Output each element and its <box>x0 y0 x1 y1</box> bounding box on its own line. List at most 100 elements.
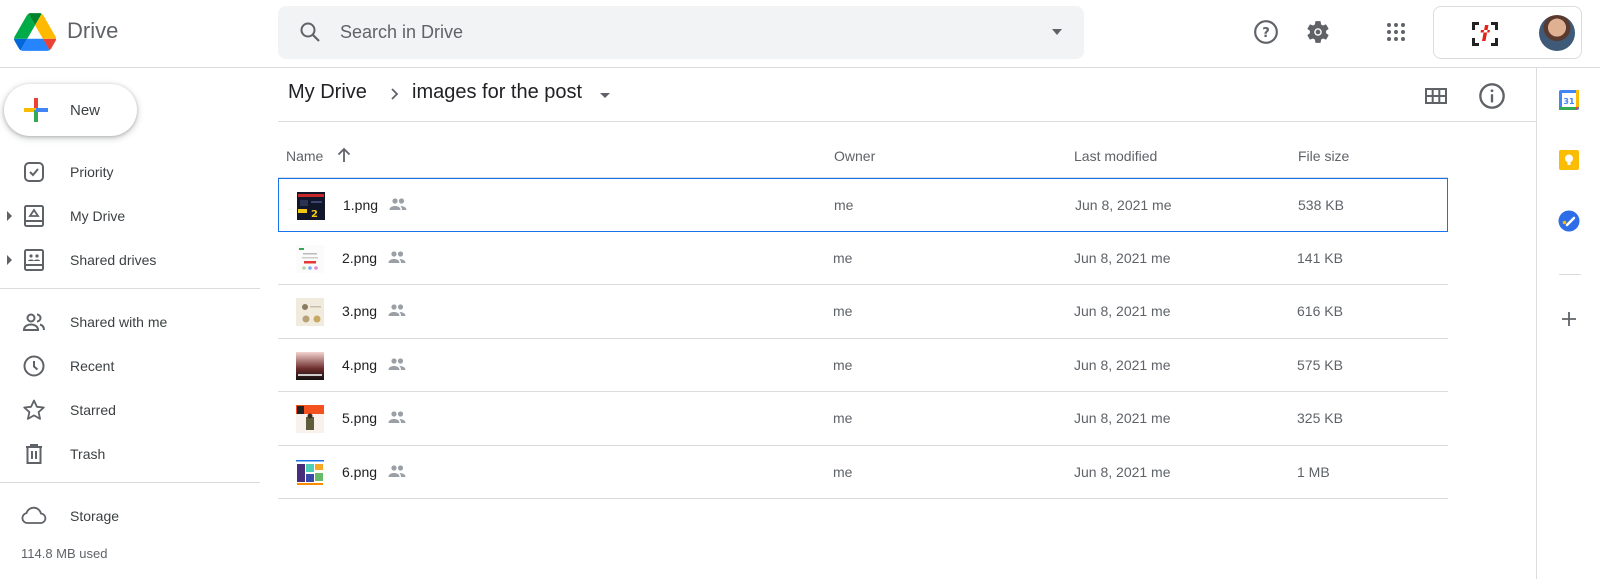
table-row[interactable]: 6.png me Jun 8, 2021 me 1 MB <box>278 446 1448 499</box>
expand-arrow-icon[interactable] <box>7 255 12 265</box>
sidebar-item-shared-with-me[interactable]: Shared with me <box>0 302 262 342</box>
new-button-label: New <box>70 101 101 119</box>
sidebar-item-label: Starred <box>70 402 116 418</box>
column-header-owner[interactable]: Owner <box>834 148 875 164</box>
file-name: 5.png <box>342 410 378 426</box>
file-name: 2.png <box>342 249 378 266</box>
table-row[interactable]: 4.png me Jun 8, 2021 me 575 KB <box>278 339 1448 392</box>
shared-people-icon <box>388 357 406 370</box>
image-thumbnail: 2 <box>297 192 325 220</box>
star-icon <box>23 399 45 420</box>
help-button[interactable]: ? <box>1250 16 1282 48</box>
side-panel: 31 <box>1536 68 1600 579</box>
table-row[interactable]: 2 1.png me Jun 8, 2021 me 538 KB <box>278 178 1448 232</box>
file-owner: me <box>834 197 854 213</box>
drive-logo[interactable] <box>14 12 56 52</box>
sidebar-divider <box>0 482 260 483</box>
avatar[interactable] <box>1539 15 1575 51</box>
image-thumbnail <box>296 298 324 326</box>
account-switcher[interactable] <box>1433 6 1582 59</box>
column-header-last-modified[interactable]: Last modified <box>1074 148 1157 164</box>
file-size: 575 KB <box>1297 356 1343 373</box>
sidebar-item-storage[interactable]: Storage <box>0 496 262 536</box>
sort-ascending-icon[interactable] <box>335 146 353 164</box>
expand-arrow-icon[interactable] <box>7 211 12 221</box>
file-size: 1 MB <box>1297 463 1330 480</box>
sidebar-item-starred[interactable]: Starred <box>0 390 262 430</box>
svg-text:?: ? <box>1262 26 1270 41</box>
side-panel-divider <box>1559 274 1581 275</box>
image-thumbnail <box>296 405 324 433</box>
file-name: 4.png <box>342 356 378 373</box>
sidebar-item-label: Priority <box>70 164 114 180</box>
sidebar-item-priority[interactable]: Priority <box>0 152 262 192</box>
file-size: 538 KB <box>1298 197 1344 213</box>
priority-icon <box>24 162 44 182</box>
search-input[interactable] <box>340 14 1000 50</box>
column-header-name[interactable]: Name <box>286 148 323 164</box>
file-size: 616 KB <box>1297 303 1343 319</box>
shared-people-icon <box>388 250 406 263</box>
calendar-icon[interactable]: 31 <box>1557 88 1581 112</box>
sidebar-item-my-drive[interactable]: My Drive <box>0 196 262 236</box>
plus-icon <box>24 98 48 122</box>
table-row[interactable]: 5.png me Jun 8, 2021 me 325 KB <box>278 392 1448 446</box>
file-list-header: Name Owner Last modified File size <box>278 135 1448 178</box>
grid-view-icon[interactable] <box>1424 84 1448 108</box>
image-thumbnail <box>296 244 324 273</box>
file-last-modified: Jun 8, 2021 me <box>1074 249 1171 266</box>
sidebar: New Priority My Drive Shared drives Shar… <box>0 68 262 579</box>
search-icon[interactable] <box>298 20 322 44</box>
clock-icon <box>23 355 45 377</box>
file-owner: me <box>833 410 853 426</box>
info-icon[interactable] <box>1478 82 1506 110</box>
add-addons-icon[interactable] <box>1557 307 1581 331</box>
file-size: 325 KB <box>1297 410 1343 426</box>
sidebar-item-recent[interactable]: Recent <box>0 346 262 386</box>
sidebar-divider <box>0 288 260 289</box>
file-list: Name Owner Last modified File size 2 1.p… <box>278 135 1448 499</box>
calendar-day: 31 <box>1563 97 1575 106</box>
settings-button[interactable] <box>1302 16 1334 48</box>
breadcrumb-my-drive[interactable]: My Drive <box>288 81 367 104</box>
breadcrumb-current-folder[interactable]: images for the post <box>412 81 582 104</box>
file-owner: me <box>833 356 853 373</box>
file-owner: me <box>833 463 853 480</box>
help-icon: ? <box>1254 20 1278 44</box>
sidebar-item-trash[interactable]: Trash <box>0 434 262 474</box>
apps-button[interactable] <box>1380 16 1412 48</box>
shared-drives-icon <box>24 249 44 271</box>
keep-icon[interactable] <box>1557 148 1581 172</box>
organization-logo-icon <box>1472 22 1498 46</box>
file-last-modified: Jun 8, 2021 me <box>1074 463 1171 480</box>
tasks-icon[interactable] <box>1557 209 1581 233</box>
shared-people-icon <box>388 464 406 477</box>
sidebar-item-label: Shared drives <box>70 252 157 268</box>
shared-with-me-icon <box>22 313 45 331</box>
sidebar-item-label: Storage <box>70 508 120 524</box>
file-name: 1.png <box>343 197 379 213</box>
settings-icon <box>1307 21 1329 43</box>
file-last-modified: Jun 8, 2021 me <box>1074 410 1171 426</box>
search-options-dropdown-icon[interactable] <box>1052 29 1062 35</box>
shared-people-icon <box>388 304 406 316</box>
sidebar-item-label: My Drive <box>70 208 126 224</box>
sidebar-item-label: Recent <box>70 358 115 374</box>
my-drive-icon <box>24 205 44 227</box>
file-name: 6.png <box>342 463 378 480</box>
svg-text:2: 2 <box>311 209 318 220</box>
table-row[interactable]: 2.png me Jun 8, 2021 me 141 KB <box>278 232 1448 285</box>
file-last-modified: Jun 8, 2021 me <box>1074 356 1171 373</box>
apps-grid-icon <box>1387 23 1405 41</box>
chevron-right-icon <box>391 88 399 100</box>
sidebar-item-shared-drives[interactable]: Shared drives <box>0 240 262 280</box>
sidebar-item-label: Trash <box>70 446 106 462</box>
folder-menu-dropdown-icon[interactable] <box>600 93 610 98</box>
shared-people-icon <box>388 411 406 423</box>
new-button[interactable]: New <box>4 84 137 136</box>
trash-icon <box>26 444 42 464</box>
column-header-file-size[interactable]: File size <box>1298 148 1349 164</box>
top-bar: Drive ? <box>0 0 1600 68</box>
image-thumbnail <box>296 458 324 487</box>
table-row[interactable]: 3.png me Jun 8, 2021 me 616 KB <box>278 285 1448 339</box>
